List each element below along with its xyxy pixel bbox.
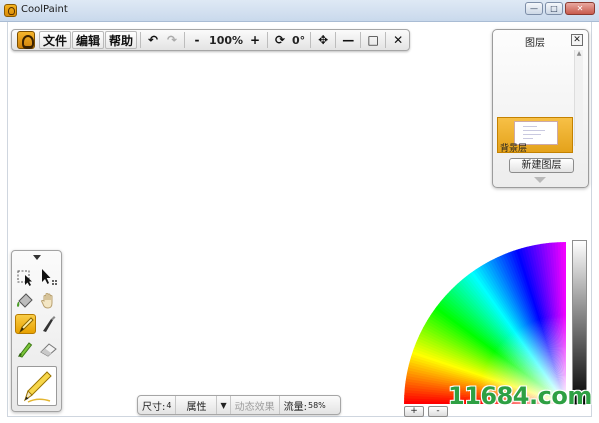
- size-label: 尺寸:: [142, 401, 166, 413]
- fill-bucket-tool[interactable]: [15, 290, 36, 310]
- current-brush-preview[interactable]: [17, 366, 57, 406]
- eraser-tool[interactable]: [38, 339, 59, 359]
- canvas-border-left: [7, 22, 8, 416]
- toolbar-minimize-button[interactable]: —: [339, 31, 357, 49]
- window-title-bar: CoolPaint — □ ✕: [0, 0, 599, 22]
- redo-icon: ↷: [167, 33, 178, 47]
- dropdown-arrow-icon: ▼: [220, 400, 227, 410]
- window-maximize-button[interactable]: □: [545, 2, 563, 15]
- move-icon: ✥: [318, 33, 329, 47]
- toolbar-close-button[interactable]: ✕: [389, 31, 407, 49]
- toolbar-separator: [140, 32, 142, 48]
- flow-value: 58%: [308, 400, 326, 410]
- brush-icon: [18, 342, 33, 358]
- flow-label: 流量:: [283, 401, 307, 413]
- undo-icon: ↶: [148, 33, 159, 47]
- hand-icon: [40, 293, 53, 309]
- pen-icon: [43, 316, 56, 332]
- coolpaint-logo-icon: [17, 31, 35, 49]
- toolbar-maximize-button[interactable]: □: [364, 31, 382, 49]
- layers-panel-close-button[interactable]: ✕: [571, 34, 583, 46]
- zoom-in-button[interactable]: +: [246, 31, 264, 49]
- move-tool[interactable]: [38, 267, 59, 287]
- selection-tool[interactable]: [15, 267, 36, 287]
- brush-flow[interactable]: 流量: 58%: [280, 396, 330, 414]
- bucket-icon: [17, 293, 33, 308]
- new-layer-button[interactable]: 新建图层: [509, 158, 574, 173]
- pencil-tool[interactable]: [15, 314, 36, 334]
- pen-tool[interactable]: [38, 314, 59, 334]
- eraser-icon: [40, 343, 57, 357]
- dynamic-effect-label: 动态效果: [234, 401, 275, 413]
- undo-button[interactable]: ↶: [144, 31, 162, 49]
- pan-button[interactable]: ✥: [314, 31, 332, 49]
- brush-size[interactable]: 尺寸: 4: [138, 396, 177, 414]
- menu-file[interactable]: 文件: [39, 31, 72, 49]
- window-close-button[interactable]: ✕: [565, 2, 595, 15]
- size-value: 4: [166, 400, 172, 410]
- properties-label: 属性: [186, 401, 207, 413]
- toolbar-separator: [267, 32, 269, 48]
- layers-panel: 图层 ✕ ▲ 背景层 新建图层: [492, 29, 589, 188]
- rotate-icon: ⟳: [275, 33, 286, 47]
- zoom-level: 100%: [209, 33, 244, 47]
- canvas-border-right: [591, 22, 592, 416]
- main-toolbar: 文件 编辑 帮助 ↶ ↷ - 100% + ⟳ 0° ✥ — □ ✕: [11, 29, 411, 51]
- dynamic-effect-button[interactable]: 动态效果: [231, 396, 280, 414]
- color-zoom-out-button[interactable]: -: [428, 406, 448, 417]
- color-zoom-in-button[interactable]: +: [404, 406, 424, 417]
- layers-collapse-icon[interactable]: [534, 177, 546, 183]
- site-watermark: 11684.com: [448, 382, 592, 410]
- pencil-icon: [18, 317, 34, 334]
- tool-palette: [11, 250, 62, 412]
- canvas-border-bottom: [7, 416, 592, 417]
- app-menu-button[interactable]: [14, 31, 38, 49]
- coolpaint-app-icon: [4, 4, 17, 17]
- selection-icon: [17, 270, 32, 286]
- menu-help[interactable]: 帮助: [105, 31, 138, 49]
- brush-tool[interactable]: [15, 339, 36, 359]
- toolbar-separator: [385, 32, 387, 48]
- palette-collapse-icon[interactable]: [33, 255, 41, 260]
- layer-item-background[interactable]: 背景层: [497, 117, 573, 154]
- large-pencil-icon: [24, 371, 52, 403]
- brightness-slider[interactable]: [572, 240, 587, 405]
- hand-tool[interactable]: [38, 290, 59, 310]
- window-title: CoolPaint: [21, 4, 68, 15]
- redo-button[interactable]: ↷: [163, 31, 181, 49]
- properties-dropdown[interactable]: ▼: [217, 396, 231, 414]
- window-minimize-button[interactable]: —: [525, 2, 543, 15]
- color-picker-buttons: + -: [404, 406, 448, 417]
- rotation-value: 0°: [292, 33, 306, 47]
- rotate-button[interactable]: ⟳: [271, 31, 289, 49]
- properties-button[interactable]: 属性: [176, 396, 218, 414]
- layers-panel-title: 图层: [525, 38, 545, 49]
- toolbar-separator: [184, 32, 186, 48]
- menu-edit[interactable]: 编辑: [72, 31, 105, 49]
- toolbar-separator: [335, 32, 337, 48]
- toolbar-separator: [360, 32, 362, 48]
- zoom-out-button[interactable]: -: [188, 31, 206, 49]
- color-wheel[interactable]: [400, 240, 570, 405]
- scroll-up-icon: ▲: [576, 50, 582, 57]
- window-controls: — □ ✕: [525, 2, 595, 15]
- layers-scrollbar[interactable]: ▲: [574, 50, 583, 146]
- brush-status-bar: 尺寸: 4 属性 ▼ 动态效果 流量: 58%: [137, 395, 341, 415]
- layer-name: 背景层: [500, 144, 528, 154]
- saturation-overlay: [404, 242, 566, 404]
- move-arrow-icon: [42, 269, 57, 285]
- toolbar-separator: [310, 32, 312, 48]
